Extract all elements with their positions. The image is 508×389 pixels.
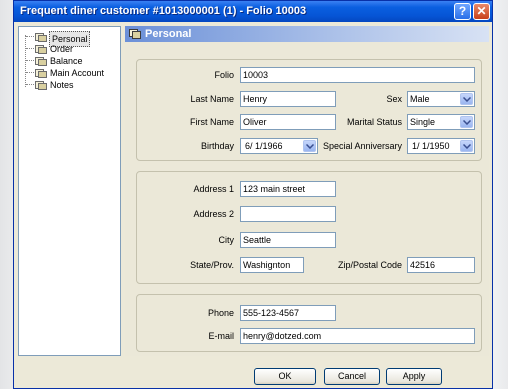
panel-header: Personal	[125, 26, 489, 42]
special-anniversary-label: Special Anniversary	[322, 141, 402, 151]
last-name-field[interactable]: Henry	[240, 91, 336, 107]
page-icon	[35, 32, 47, 42]
folio-label: Folio	[214, 70, 234, 80]
special-anniversary-picker[interactable]: 1/ 1/1950	[407, 138, 475, 154]
address2-label: Address 2	[193, 209, 234, 219]
page-icon	[35, 56, 47, 66]
help-button[interactable]: ?	[454, 3, 471, 20]
close-button[interactable]: ✕	[473, 3, 490, 20]
birthday-picker[interactable]: 6/ 1/1966	[240, 138, 318, 154]
page-icon	[129, 29, 141, 39]
phone-label: Phone	[207, 308, 234, 318]
birthday-value: 6/ 1/1966	[245, 141, 283, 151]
chevron-down-icon[interactable]	[460, 140, 473, 152]
tree-branch	[26, 48, 34, 49]
panel-body: Folio 10003 Last Name Henry Sex Male Fir…	[125, 42, 489, 356]
sex-label: Sex	[386, 94, 402, 104]
page-icon	[35, 68, 47, 78]
tree-branch	[26, 84, 34, 85]
phone-field[interactable]: 555-123-4567	[240, 305, 336, 321]
marital-status-select[interactable]: Single	[407, 114, 475, 130]
tree-item-label: Order	[50, 44, 74, 54]
first-name-label: First Name	[189, 117, 234, 127]
ok-button[interactable]: OK	[254, 368, 316, 385]
marital-status-value: Single	[410, 117, 436, 127]
navigation-tree: Personal Order Balance Main Account Note…	[18, 26, 121, 356]
address2-field[interactable]	[240, 206, 336, 222]
tree-connector	[25, 35, 27, 87]
chevron-down-icon[interactable]	[460, 93, 473, 105]
chevron-down-icon[interactable]	[303, 140, 316, 152]
tree-item-label: Balance	[50, 56, 83, 66]
customer-dialog: Frequent diner customer #1013000001 (1) …	[13, 0, 493, 389]
marital-status-label: Marital Status	[346, 117, 402, 127]
title-bar[interactable]: Frequent diner customer #1013000001 (1) …	[14, 1, 492, 22]
sex-select[interactable]: Male	[407, 91, 475, 107]
last-name-label: Last Name	[190, 94, 234, 104]
folio-field[interactable]: 10003	[240, 67, 475, 83]
tree-branch	[26, 72, 34, 73]
state-label: State/Prov.	[190, 260, 234, 270]
panel-title: Personal	[145, 28, 192, 40]
zip-field[interactable]: 42516	[407, 257, 475, 273]
city-field[interactable]: Seattle	[240, 232, 336, 248]
cancel-button[interactable]: Cancel	[324, 368, 380, 385]
tree-branch	[26, 36, 34, 37]
tree-item-label: Notes	[50, 80, 74, 90]
chevron-down-icon[interactable]	[460, 116, 473, 128]
tree-branch	[26, 60, 34, 61]
apply-button[interactable]: Apply	[386, 368, 442, 385]
birthday-label: Birthday	[200, 141, 234, 151]
contact-group: Phone 555-123-4567 E-mail henry@dotzed.c…	[136, 294, 482, 352]
address-group: Address 1 123 main street Address 2 City…	[136, 171, 482, 284]
first-name-field[interactable]: Oliver	[240, 114, 336, 130]
tree-item-label: Main Account	[50, 68, 105, 78]
address1-label: Address 1	[193, 184, 234, 194]
button-bar: OK Cancel Apply	[14, 362, 492, 388]
special-anniversary-value: 1/ 1/1950	[412, 141, 450, 151]
state-field[interactable]: Washignton	[240, 257, 304, 273]
sex-value: Male	[410, 94, 430, 104]
address1-field[interactable]: 123 main street	[240, 181, 336, 197]
city-label: City	[218, 235, 235, 245]
window-title: Frequent diner customer #1013000001 (1) …	[20, 5, 307, 17]
email-field[interactable]: henry@dotzed.com	[240, 328, 475, 344]
email-label: E-mail	[208, 331, 234, 341]
zip-label: Zip/Postal Code	[337, 260, 402, 270]
personal-group: Folio 10003 Last Name Henry Sex Male Fir…	[136, 59, 482, 161]
page-icon	[35, 44, 47, 54]
page-icon	[35, 80, 47, 90]
